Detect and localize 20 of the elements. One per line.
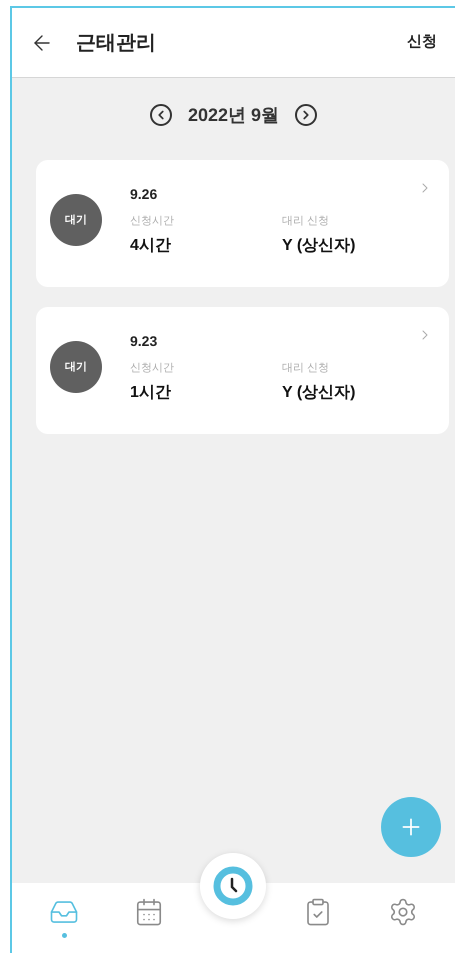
status-badge: 대기	[50, 194, 102, 246]
request-card[interactable]: 대기 9.23 신청시간 1시간 대리 신청 Y (상신자)	[36, 307, 449, 434]
field-label: 신청시간	[130, 214, 175, 229]
requested-hours: 1시간	[130, 382, 172, 402]
proxy-value: Y (상신자)	[282, 236, 356, 256]
previous-month-button[interactable]	[150, 104, 172, 126]
page-title: 근태관리	[76, 30, 156, 56]
request-card[interactable]: 대기 9.26 신청시간 4시간 대리 신청 Y (상신자)	[36, 160, 449, 287]
request-date: 9.23	[130, 332, 158, 351]
request-date: 9.26	[130, 185, 158, 204]
field-label: 대리 신청	[282, 214, 330, 229]
clock-icon	[213, 866, 254, 906]
proxy-value: Y (상신자)	[282, 382, 356, 402]
apply-link[interactable]: 신청	[407, 31, 437, 54]
field-label: 신청시간	[130, 361, 175, 376]
status-badge: 대기	[50, 341, 102, 393]
next-month-button[interactable]	[295, 104, 318, 126]
requested-hours: 4시간	[130, 236, 172, 256]
field-label: 대리 신청	[282, 361, 330, 376]
month-label: 2022년 9월	[188, 104, 280, 126]
